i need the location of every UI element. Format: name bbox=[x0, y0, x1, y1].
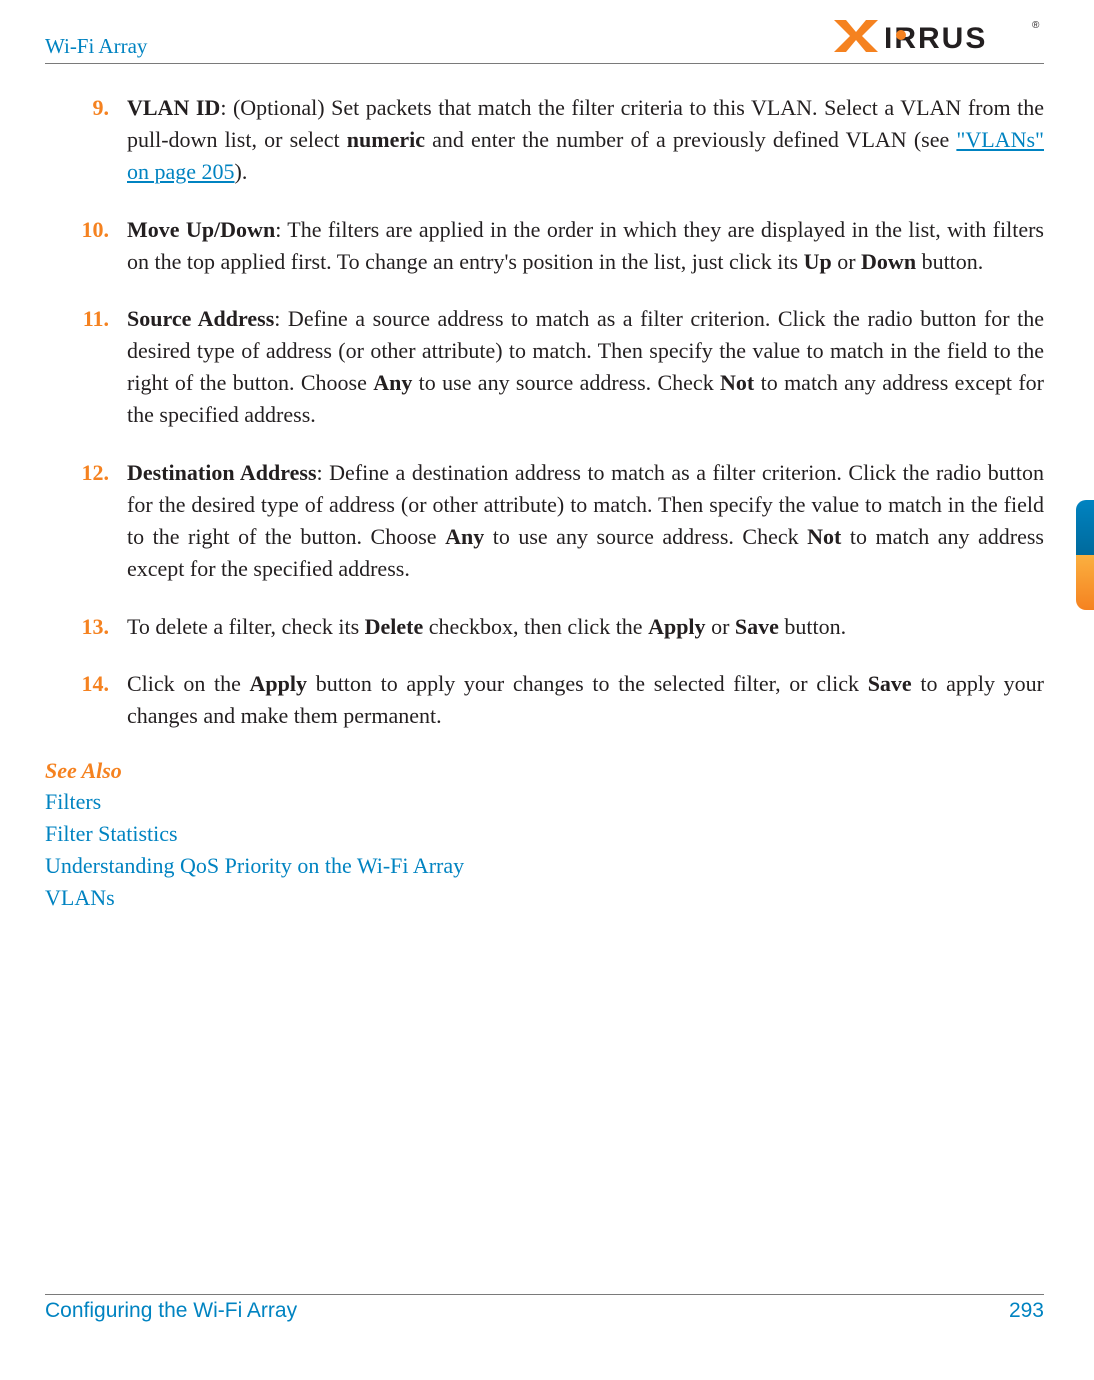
page-footer: Configuring the Wi-Fi Array 293 bbox=[45, 1299, 1044, 1323]
bold-term: VLAN ID bbox=[127, 95, 220, 120]
see-also-links: FiltersFilter StatisticsUnderstanding Qo… bbox=[45, 786, 1044, 914]
bold-term: Up bbox=[804, 249, 832, 274]
page-header: Wi-Fi Array IRRUS ® bbox=[45, 18, 1044, 59]
brand-logo: IRRUS ® bbox=[834, 18, 1044, 59]
see-also-link[interactable]: Understanding QoS Priority on the Wi-Fi … bbox=[45, 850, 1044, 882]
list-item: 10. Move Up/Down: The filters are applied… bbox=[75, 214, 1044, 278]
list-item-number: 13. bbox=[75, 611, 109, 643]
text-run: to use any source address. Check bbox=[484, 524, 807, 549]
list-item-body: VLAN ID: (Optional) Set packets that mat… bbox=[127, 92, 1044, 188]
list-item-body: Click on the Apply button to apply your … bbox=[127, 668, 1044, 732]
bold-term: Down bbox=[861, 249, 916, 274]
text-run: button. bbox=[916, 249, 983, 274]
text-run: checkbox, then click the bbox=[423, 614, 648, 639]
see-also-link[interactable]: Filter Statistics bbox=[45, 818, 1044, 850]
list-item-number: 9. bbox=[75, 92, 109, 188]
bold-term: Save bbox=[735, 614, 779, 639]
header-divider bbox=[45, 63, 1044, 64]
list-item-body: Move Up/Down: The filters are applied in… bbox=[127, 214, 1044, 278]
text-run: Click on the bbox=[127, 671, 250, 696]
list-item: 9.VLAN ID: (Optional) Set packets that m… bbox=[75, 92, 1044, 188]
text-run: or bbox=[706, 614, 735, 639]
bold-term: Source Address bbox=[127, 306, 274, 331]
svg-text:®: ® bbox=[1032, 20, 1040, 31]
list-item-body: Destination Address: Define a destinatio… bbox=[127, 457, 1044, 585]
list-item-number: 11. bbox=[75, 303, 109, 431]
text-run: or bbox=[832, 249, 861, 274]
text-run: to use any source address. Check bbox=[412, 370, 720, 395]
list-item-number: 10. bbox=[75, 214, 109, 278]
bold-term: Not bbox=[720, 370, 754, 395]
text-run: ). bbox=[235, 159, 248, 184]
header-title: Wi-Fi Array bbox=[45, 34, 147, 59]
text-run: button. bbox=[779, 614, 846, 639]
side-tab-icon bbox=[1076, 500, 1094, 610]
list-item-body: Source Address: Define a source address … bbox=[127, 303, 1044, 431]
bold-term: Apply bbox=[250, 671, 307, 696]
list-item-number: 14. bbox=[75, 668, 109, 732]
list-item: 14. Click on the Apply button to apply yo… bbox=[75, 668, 1044, 732]
bold-term: Any bbox=[445, 524, 484, 549]
page: Wi-Fi Array IRRUS ® 9.VLAN ID: (Optional… bbox=[0, 0, 1094, 1380]
footer-page-number: 293 bbox=[1009, 1299, 1044, 1323]
list-item-number: 12. bbox=[75, 457, 109, 585]
text-run: and enter the number of a previously def… bbox=[425, 127, 956, 152]
bold-term: Move Up/Down bbox=[127, 217, 275, 242]
bold-term: Destination Address bbox=[127, 460, 317, 485]
bold-term: Save bbox=[868, 671, 912, 696]
footer-divider bbox=[45, 1294, 1044, 1295]
see-also-link[interactable]: VLANs bbox=[45, 882, 1044, 914]
bold-term: Not bbox=[807, 524, 841, 549]
bold-term: Delete bbox=[365, 614, 424, 639]
bold-term: Apply bbox=[648, 614, 705, 639]
see-also-link[interactable]: Filters bbox=[45, 786, 1044, 818]
list-item: 12. Destination Address: Define a destina… bbox=[75, 457, 1044, 585]
list-item-body: To delete a filter, check its Delete che… bbox=[127, 611, 1044, 643]
text-run: To delete a filter, check its bbox=[127, 614, 365, 639]
see-also-heading: See Also bbox=[45, 758, 1044, 784]
list-item: 13. To delete a filter, check its Delete … bbox=[75, 611, 1044, 643]
bold-term: Any bbox=[373, 370, 412, 395]
xirrus-logo-icon: IRRUS ® bbox=[834, 18, 1044, 54]
numbered-list: 9.VLAN ID: (Optional) Set packets that m… bbox=[75, 92, 1044, 732]
list-item: 11. Source Address: Define a source addre… bbox=[75, 303, 1044, 431]
bold-term: numeric bbox=[347, 127, 425, 152]
footer-section-title: Configuring the Wi-Fi Array bbox=[45, 1299, 297, 1323]
text-run: button to apply your changes to the sele… bbox=[307, 671, 868, 696]
